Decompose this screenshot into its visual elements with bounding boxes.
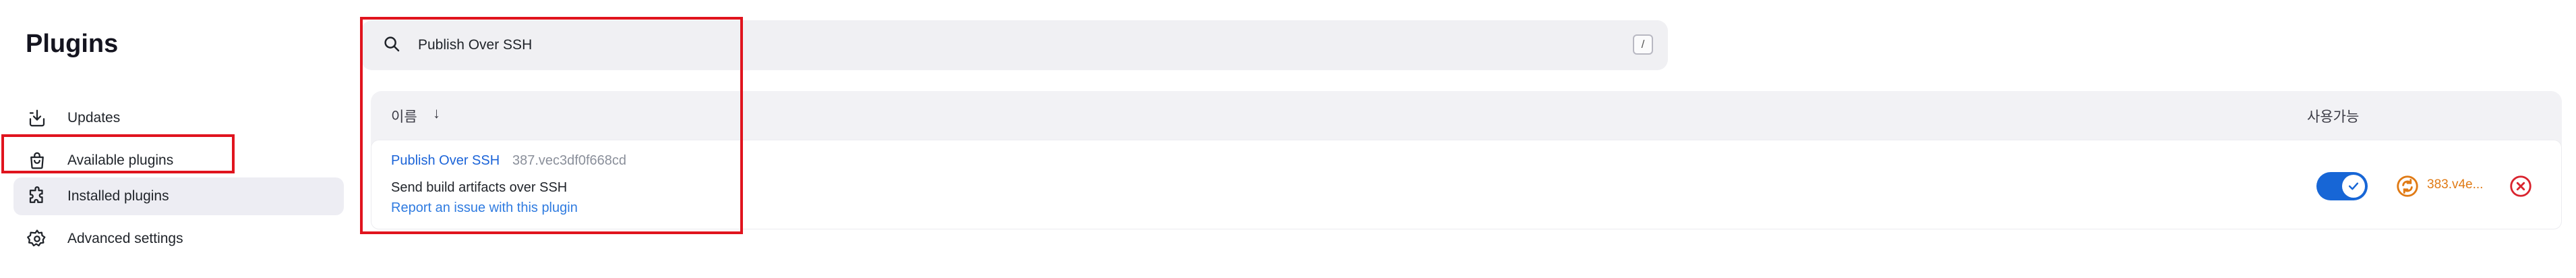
sidebar-item-installed-plugins[interactable]: Installed plugins [13, 177, 344, 215]
puzzle-icon [26, 185, 49, 208]
download-icon [26, 107, 49, 130]
update-icon[interactable] [2395, 173, 2420, 199]
check-icon [2342, 175, 2365, 198]
highlight-box-plugin [360, 17, 743, 234]
enabled-toggle[interactable] [2316, 172, 2368, 200]
sidebar-item-label: Updates [67, 110, 121, 126]
sidebar-item-label: Installed plugins [67, 188, 169, 204]
sidebar-item-advanced-settings[interactable]: Advanced settings [13, 220, 344, 258]
highlight-box-sidebar [1, 134, 235, 173]
sidebar-item-updates[interactable]: Updates [13, 99, 344, 137]
gear-icon [26, 227, 49, 250]
column-header-enabled: 사용가능 [2307, 109, 2360, 125]
update-version-link[interactable]: 383.v4e... [2427, 177, 2483, 192]
page-title: Plugins [26, 30, 119, 58]
sidebar-item-label: Advanced settings [67, 231, 183, 246]
remove-plugin-icon[interactable] [2508, 173, 2534, 199]
keyboard-shortcut-badge: / [1633, 34, 1653, 55]
